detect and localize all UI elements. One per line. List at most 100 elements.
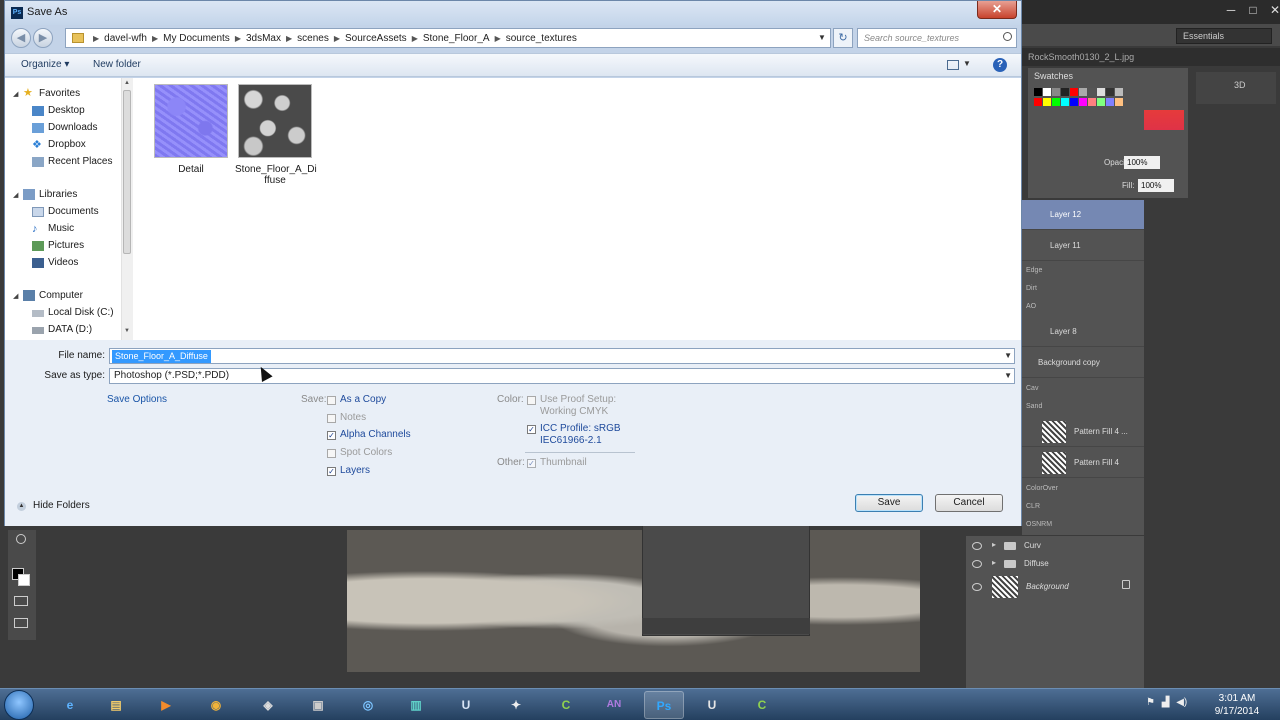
taskbar-app-camtasia-2[interactable]: C: [742, 691, 782, 719]
taskbar-app-unreal[interactable]: U: [446, 691, 486, 719]
taskbar-app-zbrush[interactable]: ✦: [496, 691, 536, 719]
layer-item[interactable]: AO: [1022, 298, 1144, 316]
zoom-tool-icon[interactable]: [16, 534, 26, 544]
swatch[interactable]: [1115, 98, 1123, 106]
nav-item-downloads[interactable]: Downloads: [32, 122, 97, 133]
swatch[interactable]: [1052, 98, 1060, 106]
document-canvas[interactable]: [347, 530, 920, 672]
swatch[interactable]: [1106, 88, 1114, 96]
nav-item-music[interactable]: ♪ Music: [32, 223, 74, 235]
background-color-swatch[interactable]: [18, 574, 30, 586]
spot-colors-checkbox[interactable]: [327, 449, 336, 458]
swatch[interactable]: [1043, 98, 1051, 106]
close-icon[interactable]: ✕: [1264, 2, 1280, 18]
nav-item-recent-places[interactable]: Recent Places: [32, 156, 112, 167]
layer-item[interactable]: Pattern Fill 4: [1022, 448, 1144, 478]
eye-icon[interactable]: [972, 542, 982, 550]
save-button[interactable]: Save: [855, 494, 923, 512]
layer-item[interactable]: Layer 8: [1022, 317, 1144, 347]
layer-item[interactable]: Background copy: [1022, 348, 1144, 378]
screen-mode-icon[interactable]: [14, 618, 28, 628]
eye-icon[interactable]: [972, 583, 982, 591]
breadcrumb-item[interactable]: SourceAssets: [345, 33, 407, 44]
refresh-button[interactable]: ↻: [833, 28, 853, 48]
layer-group[interactable]: ▸ Diffuse: [966, 556, 1144, 572]
swatch[interactable]: [1061, 98, 1069, 106]
file-name-value[interactable]: Stone_Floor_A_Diffuse: [112, 350, 211, 363]
taskbar-app-chrome[interactable]: ◉: [196, 691, 236, 719]
layers-checkbox[interactable]: ✓: [327, 467, 336, 476]
icc-profile-checkbox[interactable]: ✓: [527, 425, 536, 434]
chevron-right-icon[interactable]: ▶: [286, 34, 292, 43]
chevron-right-icon[interactable]: ▶: [412, 34, 418, 43]
swatch-row[interactable]: [1034, 98, 1124, 106]
chevron-down-icon[interactable]: ◢: [13, 292, 18, 300]
layer-item[interactable]: Sand: [1022, 398, 1144, 416]
taskbar-app-tool[interactable]: ▥: [396, 691, 436, 719]
breadcrumb-item[interactable]: My Documents: [163, 33, 230, 44]
close-button[interactable]: ✕: [977, 1, 1017, 19]
layer-item[interactable]: Layer 12: [1022, 200, 1144, 230]
view-options-icon[interactable]: [947, 60, 959, 70]
breadcrumb-item[interactable]: 3dsMax: [246, 33, 281, 44]
scroll-up-icon[interactable]: ▲: [124, 80, 130, 86]
chevron-right-icon[interactable]: ▶: [93, 34, 99, 43]
layer-item[interactable]: OSNRM: [1022, 516, 1144, 534]
taskbar-app-camtasia[interactable]: C: [546, 691, 586, 719]
as-a-copy-checkbox[interactable]: [327, 396, 336, 405]
layer-group[interactable]: ▸ Curv: [966, 538, 1144, 554]
layer-item[interactable]: Dirt: [1022, 280, 1144, 298]
taskbar-app-unreal-engine[interactable]: U: [692, 691, 732, 719]
nav-item-data-drive[interactable]: DATA (D:): [32, 324, 92, 335]
swatch[interactable]: [1070, 88, 1078, 96]
nav-item-desktop[interactable]: Desktop: [32, 105, 85, 116]
flag-icon[interactable]: ⚑: [1146, 697, 1155, 708]
hide-folders-button[interactable]: ▲ Hide Folders: [17, 500, 90, 511]
system-tray[interactable]: ⚑ ▟ ◀): [1146, 697, 1187, 708]
dialog-titlebar[interactable]: Ps Save As ✕: [5, 1, 1021, 25]
quick-mask-icon[interactable]: [14, 596, 28, 606]
layer-item[interactable]: Pattern Fill 4 ...: [1022, 417, 1144, 447]
swatch[interactable]: [1070, 98, 1078, 106]
save-as-type-select[interactable]: Photoshop (*.PSD;*.PDD) ▼: [109, 368, 1015, 384]
layer-item[interactable]: CLR: [1022, 498, 1144, 516]
breadcrumb-item[interactable]: source_textures: [506, 33, 577, 44]
file-item[interactable]: Detail: [151, 84, 231, 175]
swatch[interactable]: [1097, 98, 1105, 106]
chevron-down-icon[interactable]: ▼: [963, 59, 971, 68]
nav-item-videos[interactable]: Videos: [32, 257, 78, 268]
fill-input[interactable]: 100%: [1138, 179, 1174, 192]
nav-computer[interactable]: ◢ Computer: [13, 290, 83, 301]
taskbar-app-explorer[interactable]: ▤: [96, 691, 136, 719]
breadcrumb-item[interactable]: Stone_Floor_A: [423, 33, 490, 44]
swatch[interactable]: [1079, 88, 1087, 96]
nav-scrollbar-thumb[interactable]: [123, 90, 131, 254]
swatch[interactable]: [1106, 98, 1114, 106]
chevron-down-icon[interactable]: ◢: [13, 90, 18, 98]
volume-icon[interactable]: ◀): [1176, 697, 1187, 708]
swatch[interactable]: [1088, 98, 1096, 106]
notes-checkbox[interactable]: [327, 414, 336, 423]
layer-item[interactable]: ColorOver: [1022, 480, 1144, 498]
file-item[interactable]: Stone_Floor_A_Di ffuse: [235, 84, 317, 186]
taskbar-app-xnormal[interactable]: AN: [594, 691, 634, 719]
nav-item-local-disk[interactable]: Local Disk (C:): [32, 307, 114, 318]
swatch[interactable]: [1043, 88, 1051, 96]
layer-item[interactable]: Layer 11: [1022, 231, 1144, 261]
swatch[interactable]: [1097, 88, 1105, 96]
swatch[interactable]: [1061, 88, 1069, 96]
taskbar-app-media-player[interactable]: ▶: [146, 691, 186, 719]
thumbnail-checkbox[interactable]: ✓: [527, 459, 536, 468]
chevron-down-icon[interactable]: ▼: [814, 29, 830, 47]
file-name-input[interactable]: Stone_Floor_A_Diffuse ▼: [109, 348, 1015, 364]
opacity-input[interactable]: 100%: [1124, 156, 1160, 169]
network-icon[interactable]: ▟: [1162, 697, 1170, 708]
nav-favorites[interactable]: ◢ ★ Favorites: [13, 88, 80, 100]
document-tab[interactable]: RockSmooth0130_2_L.jpg: [1028, 52, 1134, 62]
taskbar-app-3dsmax[interactable]: ◈: [248, 691, 288, 719]
swatch[interactable]: [1088, 88, 1096, 96]
use-proof-setup-checkbox[interactable]: [527, 396, 536, 405]
back-button[interactable]: ◀: [11, 28, 31, 48]
taskbar-app-browser[interactable]: ◎: [348, 691, 388, 719]
chevron-right-icon[interactable]: ▶: [334, 34, 340, 43]
